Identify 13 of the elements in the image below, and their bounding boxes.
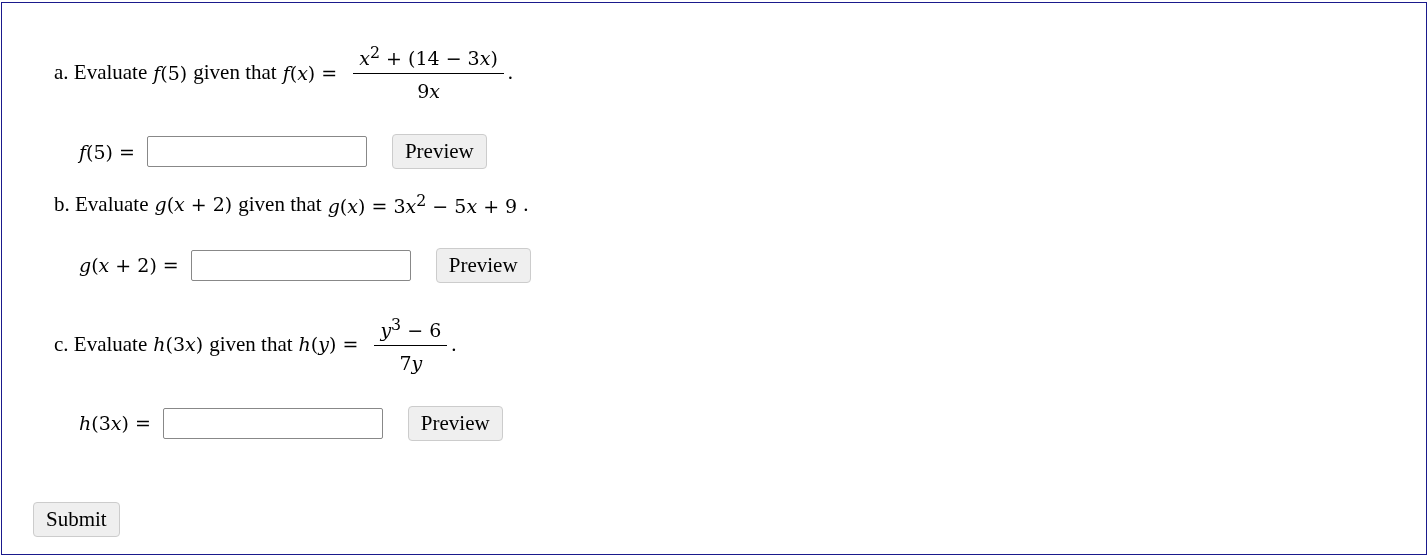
answer-label: f(5) = bbox=[79, 140, 135, 163]
preview-button[interactable]: Preview bbox=[391, 134, 487, 170]
answer-field[interactable] bbox=[146, 136, 367, 168]
preview-button[interactable]: Preview bbox=[435, 247, 531, 283]
answer-field[interactable] bbox=[162, 408, 383, 439]
answer-field[interactable] bbox=[190, 249, 411, 281]
question-text: b. Evaluate g(x + 2) given that g(x) = 3x$^{2}$ − 5x + 9 . bbox=[54, 191, 530, 218]
answer-label: g(x + 2) = bbox=[79, 254, 179, 277]
submit-button[interactable]: Submit bbox=[33, 502, 120, 537]
question-text: c. Evaluate h(3x) given that h(y) = y$^{3}$ − 6 7y . bbox=[54, 314, 458, 374]
question-text: a. Evaluate f(5) given that f(x) = x$^{2}$ + (14 − 3x) 9x . bbox=[54, 43, 515, 103]
answer-label: h(3x) = bbox=[79, 412, 151, 435]
preview-button[interactable]: Preview bbox=[407, 406, 503, 441]
